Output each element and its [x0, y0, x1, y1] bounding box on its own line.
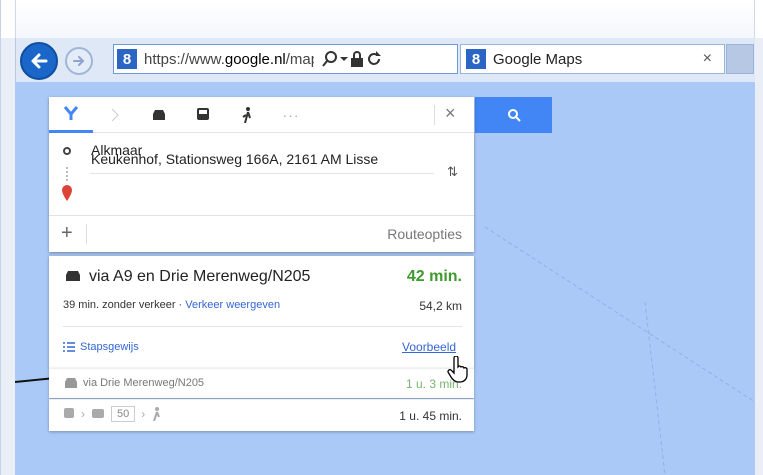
- walking-icon: [153, 407, 161, 421]
- window-edge: [15, 0, 755, 38]
- show-traffic-link[interactable]: Verkeer weergeven: [185, 299, 280, 311]
- train-icon: [64, 408, 74, 418]
- preview-link[interactable]: Voorbeeld: [402, 340, 456, 354]
- chevron-right-icon: ›: [141, 407, 146, 421]
- mode-best[interactable]: [49, 97, 93, 133]
- directions-panel: ··· × Alkmaar Keukenhof, Stationsweg 166…: [49, 97, 474, 252]
- chevron-right-icon: [111, 108, 119, 121]
- destination-pin-icon: [62, 185, 72, 201]
- route-duration: 1 u. 45 min.: [399, 409, 462, 423]
- hand-cursor-icon: [447, 356, 468, 383]
- address-bar[interactable]: 8 https://www.google.nl/maps: [113, 44, 458, 74]
- add-destination-row: + Routeopties: [49, 215, 474, 252]
- divider: [434, 105, 435, 125]
- car-icon: [153, 109, 165, 120]
- destination-input[interactable]: Keukenhof, Stationsweg 166A, 2161 AM Lis…: [91, 151, 378, 167]
- search-button[interactable]: [475, 97, 552, 133]
- route-dots-icon: [66, 167, 68, 181]
- origin-marker-icon: [63, 147, 71, 155]
- route-card-primary[interactable]: via A9 en Drie Merenweg/N205 42 min. 39 …: [49, 256, 474, 368]
- train-icon: [197, 107, 209, 120]
- car-icon: [65, 378, 77, 388]
- waypoint-divider: [90, 173, 434, 174]
- google-favicon-icon: 8: [117, 49, 137, 69]
- tab-close-button[interactable]: ×: [703, 50, 712, 68]
- mode-walk[interactable]: [225, 97, 269, 133]
- divider: [86, 224, 87, 244]
- lock-icon[interactable]: [349, 50, 365, 68]
- list-icon: [63, 342, 75, 352]
- url-domain: google.nl: [224, 50, 286, 68]
- divider: [63, 326, 462, 327]
- route-via-text: via A9 en Drie Merenweg/N205: [89, 268, 311, 285]
- swap-waypoints-button[interactable]: ⇅: [447, 164, 458, 180]
- back-button[interactable]: [20, 42, 58, 80]
- tab-title: Google Maps: [493, 50, 583, 68]
- tab-google-maps[interactable]: 8 Google Maps ×: [460, 44, 725, 74]
- chevron-right-icon: ›: [81, 407, 85, 421]
- forward-arrow-icon: [73, 56, 85, 66]
- address-tools: [321, 50, 383, 68]
- directions-icon: [63, 106, 79, 120]
- route-card-alternative[interactable]: via Drie Merenweg/N205 1 u. 3 min.: [49, 368, 474, 398]
- search-icon[interactable]: [321, 50, 339, 68]
- traffic-note: 39 min. zonder verkeer ·: [63, 299, 186, 311]
- bus-icon: [92, 409, 104, 418]
- url-text[interactable]: https://www.google.nl/maps: [144, 51, 314, 68]
- add-destination-button[interactable]: +: [61, 222, 73, 245]
- more-modes-button[interactable]: ···: [269, 107, 313, 123]
- back-arrow-icon: [31, 53, 48, 69]
- route-distance: 54,2 km: [419, 299, 462, 313]
- refresh-icon[interactable]: [365, 50, 383, 68]
- new-tab-button[interactable]: [726, 44, 754, 74]
- forward-button[interactable]: [65, 47, 93, 75]
- transit-steps: › 50 ›: [63, 406, 161, 422]
- dropdown-icon[interactable]: [339, 50, 349, 68]
- route-traffic-info: 39 min. zonder verkeer · Verkeer weergev…: [63, 299, 280, 311]
- google-favicon-icon: 8: [466, 49, 486, 69]
- search-icon: [507, 109, 521, 122]
- mode-chevron: [93, 97, 137, 133]
- mode-car[interactable]: [137, 97, 181, 133]
- close-directions-button[interactable]: ×: [445, 103, 456, 124]
- route-options-button[interactable]: Routeopties: [387, 226, 462, 242]
- route-duration: 42 min.: [406, 268, 462, 285]
- route-via-text: via Drie Merenweg/N205: [83, 377, 205, 389]
- route-card-transit[interactable]: › 50 › 1 u. 45 min.: [49, 399, 474, 431]
- travel-mode-bar: ··· ×: [49, 97, 474, 133]
- mode-transit[interactable]: [181, 97, 225, 133]
- bus-line-badge: 50: [111, 406, 136, 422]
- url-path: /maps: [285, 50, 314, 68]
- car-icon: [66, 271, 80, 281]
- step-by-step-label: Stapsgewijs: [80, 341, 139, 353]
- walking-icon: [242, 106, 251, 123]
- step-by-step-link[interactable]: Stapsgewijs: [63, 341, 139, 353]
- browser-window: 8 https://www.google.nl/maps 8 Google Ma…: [0, 0, 763, 475]
- url-prefix: https://www.: [144, 50, 225, 68]
